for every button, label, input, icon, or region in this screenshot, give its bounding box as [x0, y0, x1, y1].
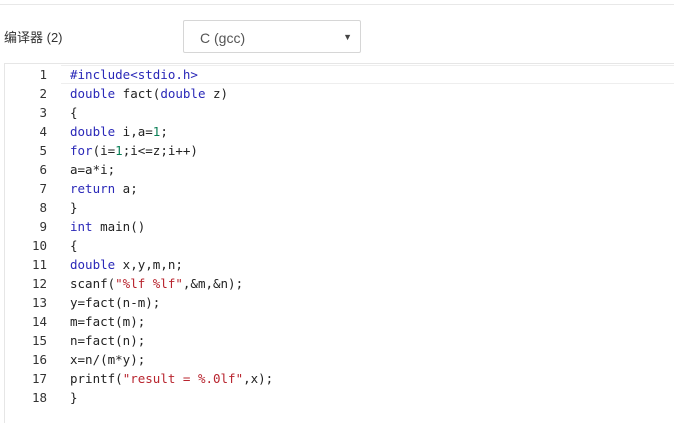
line-number: 12: [31, 276, 47, 291]
code-token: fact(: [115, 86, 161, 101]
code-token: return: [70, 181, 116, 196]
line-number: 2: [39, 86, 47, 101]
code-line[interactable]: 14 m=fact(m);: [5, 312, 673, 331]
code-text: a=a*i;: [70, 160, 115, 179]
code-text: x=n/(m*y);: [70, 350, 145, 369]
code-token: ,x);: [243, 371, 274, 386]
code-line[interactable]: 18}: [5, 388, 673, 407]
code-line[interactable]: 9 int main(): [5, 217, 673, 236]
code-token: }: [70, 390, 78, 405]
code-token: {: [70, 238, 78, 253]
code-line[interactable]: 6 a=a*i;: [5, 160, 673, 179]
line-number: 3: [39, 105, 47, 120]
code-text: double x,y,m,n;: [70, 255, 183, 274]
code-line[interactable]: 4 double i,a=1;: [5, 122, 673, 141]
code-text: y=fact(n-m);: [70, 293, 160, 312]
code-token: #include<stdio.h>: [70, 67, 198, 82]
code-text: {: [70, 103, 78, 122]
code-line[interactable]: 10 {: [5, 236, 673, 255]
code-token: x=n/(m*y);: [70, 352, 146, 367]
code-token: for: [70, 143, 93, 158]
code-line[interactable]: 16 x=n/(m*y);: [5, 350, 673, 369]
code-token: ;: [160, 124, 168, 139]
line-number: 5: [39, 143, 47, 158]
code-token: printf(: [70, 371, 123, 386]
code-token: z): [205, 86, 229, 101]
code-line[interactable]: 17 printf("result = %.0lf",x);: [5, 369, 673, 388]
code-text: n=fact(n);: [70, 331, 145, 350]
code-line[interactable]: 5 for(i=1;i<=z;i++): [5, 141, 673, 160]
code-token: i,a=: [115, 124, 153, 139]
code-line[interactable]: 7 return a;: [5, 179, 673, 198]
code-token: main(): [92, 219, 146, 234]
code-line[interactable]: 8}: [5, 198, 673, 217]
compiler-label: 编译器 (2): [4, 30, 63, 45]
code-text: #include<stdio.h>: [70, 65, 198, 84]
code-token: "%lf %lf": [115, 276, 183, 291]
code-text: int main(): [70, 217, 145, 236]
code-token: 1: [115, 143, 123, 158]
line-number: 18: [31, 390, 47, 405]
code-token: scanf(: [70, 276, 116, 291]
line-number: 1: [39, 67, 47, 82]
code-token: a=a*i;: [70, 162, 116, 177]
code-text: {: [70, 236, 78, 255]
compiler-select-value: C (gcc): [200, 30, 246, 46]
line-number: 10: [31, 238, 47, 253]
code-text: }: [70, 198, 78, 217]
code-text: }: [70, 388, 78, 407]
code-text: return a;: [70, 179, 138, 198]
code-token: double: [70, 124, 116, 139]
code-line[interactable]: 1 #include<stdio.h>: [5, 65, 673, 84]
line-number: 17: [31, 371, 47, 386]
code-editor[interactable]: 1 #include<stdio.h> 2 double fact(double z)…: [4, 63, 674, 423]
code-token: double: [160, 86, 206, 101]
code-token: ;i<=z;i++): [122, 143, 198, 158]
code-text: m=fact(m);: [70, 312, 145, 331]
code-line[interactable]: 15 n=fact(n);: [5, 331, 673, 350]
code-line[interactable]: 3{: [5, 103, 673, 122]
code-line[interactable]: 12 scanf("%lf %lf",&m,&n);: [5, 274, 673, 293]
code-line[interactable]: 13 y=fact(n-m);: [5, 293, 673, 312]
code-token: {: [70, 105, 78, 120]
line-number: 8: [39, 200, 47, 215]
code-text: printf("result = %.0lf",x);: [70, 369, 273, 388]
line-number: 9: [39, 219, 47, 234]
code-token: y=fact(n-m);: [70, 295, 161, 310]
code-text: double fact(double z): [70, 84, 228, 103]
line-number: 13: [31, 295, 47, 310]
code-token: m=fact(m);: [70, 314, 146, 329]
code-token: }: [70, 200, 78, 215]
code-token: (i=: [92, 143, 116, 158]
top-divider: [0, 4, 674, 5]
chevron-down-icon: ▼: [343, 32, 352, 42]
code-token: n=fact(n);: [70, 333, 146, 348]
line-number: 15: [31, 333, 47, 348]
code-text: double i,a=1;: [70, 122, 168, 141]
code-line[interactable]: 11 double x,y,m,n;: [5, 255, 673, 274]
code-token: double: [70, 86, 116, 101]
code-token: x,y,m,n;: [115, 257, 183, 272]
line-number: 6: [39, 162, 47, 177]
code-token: double: [70, 257, 116, 272]
code-token: "result = %.0lf": [122, 371, 244, 386]
compiler-select[interactable]: C (gcc) ▼: [183, 20, 361, 53]
code-text: for(i=1;i<=z;i++): [70, 141, 198, 160]
code-line[interactable]: 2 double fact(double z): [5, 84, 673, 103]
line-number: 11: [31, 257, 47, 272]
line-number: 4: [39, 124, 47, 139]
line-number: 14: [31, 314, 47, 329]
code-token: a;: [115, 181, 138, 196]
code-token: ,&m,&n);: [182, 276, 244, 291]
line-number: 7: [39, 181, 47, 196]
code-text: scanf("%lf %lf",&m,&n);: [70, 274, 243, 293]
code-token: int: [70, 219, 93, 234]
code-lines: 1 #include<stdio.h> 2 double fact(double z)…: [5, 65, 673, 407]
line-number: 16: [31, 352, 47, 367]
